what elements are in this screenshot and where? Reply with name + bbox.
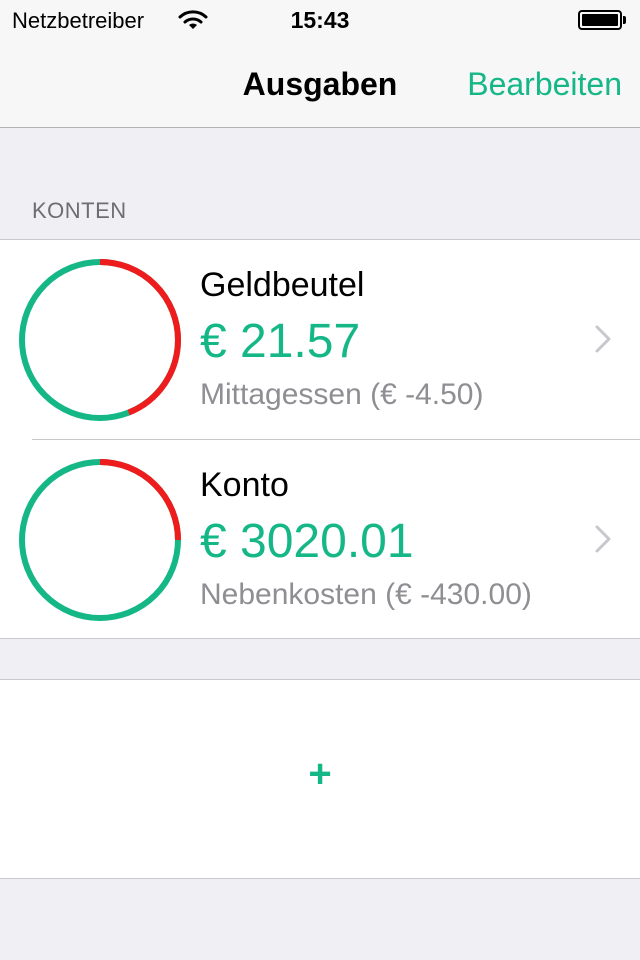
account-balance: € 3020.01 <box>200 515 414 568</box>
add-account-button[interactable]: + <box>0 679 640 879</box>
chevron-right-icon <box>595 525 611 553</box>
account-balance: € 21.57 <box>200 315 361 368</box>
last-expense: Nebenkosten (€ -430.00) <box>200 578 532 611</box>
navigation-bar: Ausgaben Bearbeiten <box>0 40 640 128</box>
status-bar: Netzbetreiber 15:43 <box>0 0 640 40</box>
clock: 15:43 <box>290 7 350 33</box>
chevron-right-icon <box>595 325 611 353</box>
section-header-accounts: KONTEN <box>32 198 127 223</box>
balance-ring-icon <box>19 259 181 421</box>
last-expense: Mittagessen (€ -4.50) <box>200 378 484 411</box>
balance-ring-icon <box>19 459 181 621</box>
account-row-konto[interactable]: Konto € 3020.01 Nebenkosten (€ -430.00) <box>0 440 640 640</box>
edit-button[interactable]: Bearbeiten <box>467 66 622 103</box>
account-name: Konto <box>200 466 289 504</box>
plus-icon[interactable]: + <box>0 752 640 797</box>
account-name: Geldbeutel <box>200 266 365 304</box>
battery-icon <box>578 10 626 30</box>
accounts-list: Geldbeutel € 21.57 Mittagessen (€ -4.50)… <box>0 239 640 639</box>
account-row-geldbeutel[interactable]: Geldbeutel € 21.57 Mittagessen (€ -4.50) <box>0 240 640 440</box>
